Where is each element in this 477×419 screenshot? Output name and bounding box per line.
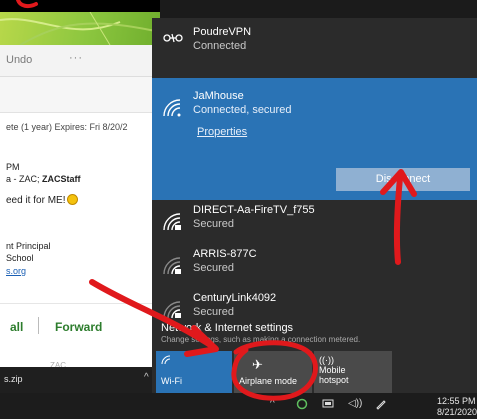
recipients: a - ZAC; ZACStaff [6, 174, 81, 184]
reply-all-button[interactable]: all [10, 320, 23, 334]
mobile-hotspot-tile[interactable]: ((·)) Mobile hotspot [314, 351, 392, 393]
body-text: eed it for ME! [6, 195, 66, 206]
clock-date: 8/21/2020 [437, 407, 477, 417]
network-name: PoudreVPN [193, 26, 252, 38]
battery-icon[interactable] [322, 398, 335, 409]
sent-time: PM [6, 162, 20, 172]
email-subbar [0, 77, 160, 113]
tile-label: Mobile hotspot [319, 365, 349, 385]
wifi-icon [163, 99, 181, 117]
download-file-name[interactable]: s.zip [4, 374, 23, 384]
tile-label: Airplane mode [239, 376, 298, 386]
app-tray-icon[interactable] [296, 398, 308, 410]
clock-time: 12:55 PM [437, 396, 476, 406]
signature-title: nt Principal [6, 241, 51, 251]
retention-policy: ete (1 year) Expires: Fri 8/20/2 [6, 122, 128, 132]
disconnect-button[interactable]: Disconnect [336, 168, 470, 191]
recipients-group: ZACStaff [42, 174, 81, 184]
network-item[interactable]: DIRECT-Aa-FireTV_f755 Secured [152, 200, 477, 244]
taskbar [0, 393, 477, 419]
network-status: Secured [193, 262, 234, 274]
divider [0, 303, 160, 304]
tile-label: Wi-Fi [161, 376, 182, 386]
wifi-icon [161, 355, 171, 365]
wifi-secured-icon [163, 257, 181, 275]
network-status: Secured [193, 218, 234, 230]
tile-label-line-1: Mobile [319, 365, 346, 375]
taskbar-clock[interactable]: 12:55 PM 8/21/2020 [437, 396, 477, 418]
network-status: Connected [193, 40, 247, 52]
network-name: DIRECT-Aa-FireTV_f755 [193, 204, 315, 216]
network-item[interactable]: ARRIS-877C Secured [152, 244, 477, 288]
email-body-line: eed it for ME! [6, 194, 79, 206]
network-name: CenturyLink4092 [193, 292, 277, 304]
wifi-toggle-tile[interactable]: Wi-Fi [156, 351, 232, 393]
network-settings-link[interactable]: Network & Internet settings [161, 322, 293, 334]
volume-icon[interactable]: ◁)) [348, 398, 362, 409]
window-top-edge [0, 0, 160, 12]
network-name: JaMhouse [193, 90, 244, 102]
signature-school: School [6, 253, 34, 263]
airplane-icon: ✈ [252, 357, 263, 372]
tile-label-line-2: hotspot [319, 375, 349, 385]
email-toolbar: Undo ··· [0, 45, 160, 77]
network-status: Connected, secured [193, 104, 292, 116]
network-item-vpn[interactable]: PoudreVPN Connected [152, 18, 477, 66]
signature-link[interactable]: s.org [6, 266, 26, 276]
properties-link[interactable]: Properties [197, 126, 247, 138]
email-header-banner [0, 12, 160, 45]
network-status: Secured [193, 306, 234, 318]
download-bar [0, 367, 160, 393]
network-name: ARRIS-877C [193, 248, 257, 260]
download-chevron-icon[interactable]: ^ [144, 372, 149, 383]
wifi-secured-icon [163, 213, 181, 231]
recipients-list: a - ZAC; [6, 174, 43, 184]
email-window: Undo ··· ete (1 year) Expires: Fri 8/20/… [0, 0, 160, 393]
smiley-emoji-icon [67, 194, 79, 205]
network-item-connected[interactable]: JaMhouse Connected, secured Properties D… [152, 78, 477, 200]
undo-button[interactable]: Undo [6, 54, 32, 66]
vpn-icon [163, 33, 183, 43]
more-options-button[interactable]: ··· [69, 52, 83, 64]
airplane-mode-tile[interactable]: ✈ Airplane mode [234, 351, 312, 393]
action-separator [38, 317, 39, 334]
show-hidden-icons-chevron-icon[interactable]: ^ [270, 398, 275, 409]
pen-ink-icon[interactable] [375, 398, 387, 410]
forward-button[interactable]: Forward [55, 320, 102, 334]
wifi-secured-icon [163, 301, 181, 319]
hotspot-icon: ((·)) [319, 355, 334, 365]
network-flyout: PoudreVPN Connected JaMhouse Connected, … [152, 18, 477, 393]
network-settings-subtitle: Change settings, such as making a connec… [161, 335, 361, 344]
